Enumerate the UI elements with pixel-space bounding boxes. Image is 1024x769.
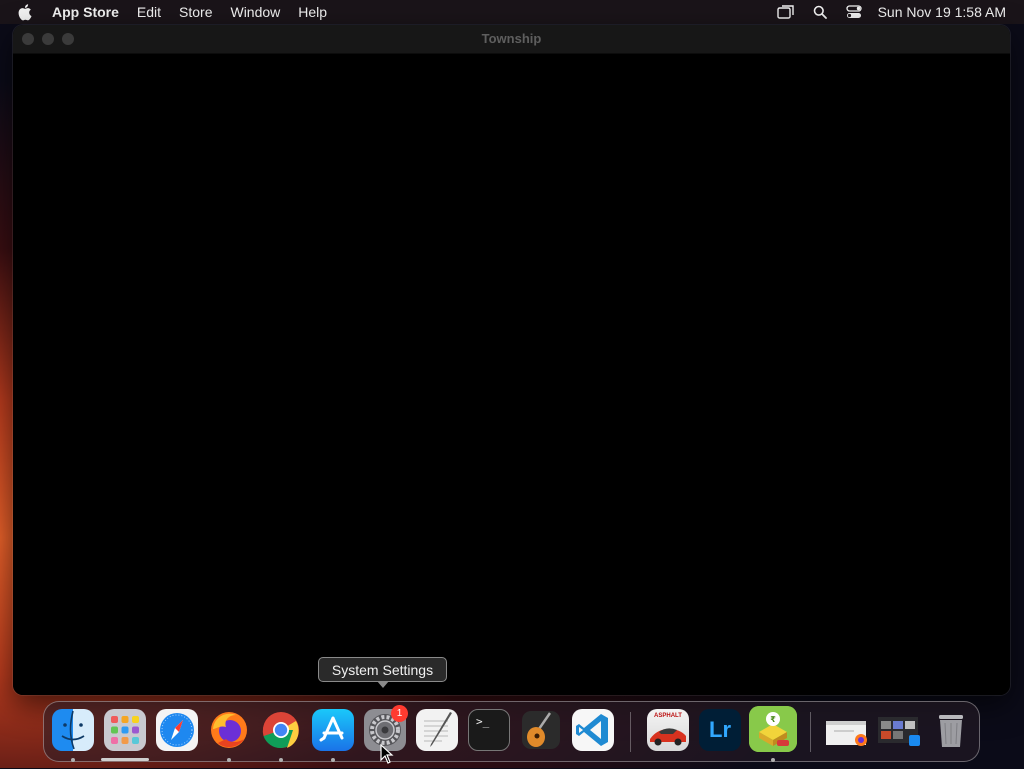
asphalt-icon[interactable]: ASPHALT	[647, 709, 689, 751]
township-running-indicator	[771, 758, 775, 762]
notification-badge: 1	[391, 705, 408, 722]
launchpad-indicator	[101, 758, 149, 761]
search-icon[interactable]	[810, 4, 830, 20]
mouse-cursor-icon	[380, 743, 394, 764]
dock: 1 >_ ASPHALT Lr ₹	[43, 701, 980, 762]
lightroom-icon[interactable]: Lr	[699, 709, 741, 751]
downloads-stack-icon[interactable]	[824, 709, 870, 751]
finder-running-indicator	[71, 758, 75, 762]
asphalt-logo-text: ASPHALT	[654, 713, 682, 719]
trash-icon[interactable]	[930, 709, 972, 751]
menu-edit[interactable]: Edit	[137, 4, 161, 20]
menu-window[interactable]: Window	[230, 4, 280, 20]
lightroom-logo-text: Lr	[709, 717, 731, 742]
app-store-icon[interactable]	[312, 709, 354, 751]
window-title: Township	[481, 31, 542, 46]
dock-separator	[810, 712, 811, 752]
screen-mirroring-icon[interactable]	[776, 4, 796, 20]
app-store-running-indicator	[331, 758, 335, 762]
screenshots-stack-icon[interactable]	[876, 709, 922, 751]
textedit-icon[interactable]	[416, 709, 458, 751]
vscode-icon[interactable]	[572, 709, 614, 751]
control-center-icon[interactable]	[844, 4, 864, 20]
window-titlebar[interactable]: Township	[13, 25, 1010, 54]
menu-help[interactable]: Help	[298, 4, 327, 20]
dock-tooltip: System Settings	[318, 657, 447, 688]
safari-icon[interactable]	[156, 709, 198, 751]
menu-bar: App Store Edit Store Window Help Sun Nov	[0, 0, 1024, 24]
firefox-running-indicator	[227, 758, 231, 762]
firefox-icon[interactable]	[208, 709, 250, 751]
launchpad-icon[interactable]	[104, 709, 146, 751]
township-icon[interactable]: ₹	[749, 706, 797, 752]
svg-text:₹: ₹	[770, 715, 776, 724]
terminal-icon[interactable]: >_	[468, 709, 510, 751]
menu-bar-clock[interactable]: Sun Nov 19 1:58 AM	[878, 4, 1006, 20]
app-window: Township	[13, 25, 1010, 695]
terminal-prompt: >_	[476, 715, 490, 728]
apple-menu-icon[interactable]	[18, 3, 36, 21]
dock-separator	[630, 712, 631, 752]
chrome-icon[interactable]	[260, 709, 302, 751]
chrome-running-indicator	[279, 758, 283, 762]
garageband-icon[interactable]	[520, 709, 562, 751]
menu-app-name[interactable]: App Store	[52, 4, 119, 20]
menu-store[interactable]: Store	[179, 4, 212, 20]
finder-icon[interactable]	[52, 709, 94, 751]
game-content-area[interactable]	[13, 54, 1010, 695]
